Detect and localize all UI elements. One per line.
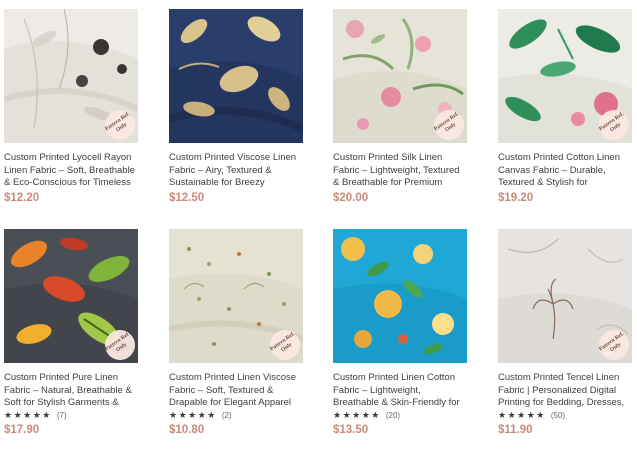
product-title[interactable]: Custom Printed Linen Cotton Fabric – Lig… (333, 372, 467, 409)
review-count: (20) (385, 411, 401, 420)
product-card[interactable]: Pattern Ref. Only Custom Printed Lyocell… (4, 9, 138, 204)
product-image[interactable]: Pattern Ref. Only (498, 9, 632, 143)
product-price: $12.20 (4, 192, 40, 204)
product-card[interactable]: Custom Printed Viscose Linen Fabric – Ai… (169, 9, 303, 204)
product-title[interactable]: Custom Printed Silk Linen Fabric – Light… (333, 152, 467, 189)
review-count: (7) (56, 411, 67, 420)
product-image[interactable] (333, 229, 467, 363)
product-card[interactable]: Pattern Ref. Only Custom Printed Pure Li… (4, 229, 138, 436)
product-image[interactable]: Pattern Ref. Only (4, 229, 138, 363)
product-title[interactable]: Custom Printed Linen Viscose Fabric – So… (169, 372, 303, 409)
product-price: $12.50 (169, 192, 205, 204)
product-image[interactable] (169, 9, 303, 143)
review-count: (2) (221, 411, 232, 420)
product-price: $19.20 (498, 192, 534, 204)
product-price: $11.90 (498, 424, 533, 436)
fabric-swatch-blue-floral (333, 229, 467, 363)
product-image[interactable]: Pattern Ref. Only (169, 229, 303, 363)
product-price: $20.00 (333, 192, 369, 204)
star-rating-icon: ★★★★★ (4, 410, 52, 420)
product-rating: ★★★★★ (50) (498, 410, 632, 421)
product-title[interactable]: Custom Printed Tencel Linen Fabric | Per… (498, 372, 632, 409)
star-rating-icon: ★★★★★ (169, 410, 217, 420)
product-title[interactable]: Custom Printed Viscose Linen Fabric – Ai… (169, 152, 303, 189)
product-card[interactable]: Custom Printed Linen Cotton Fabric – Lig… (333, 229, 467, 436)
product-title[interactable]: Custom Printed Lyocell Rayon Linen Fabri… (4, 152, 138, 189)
product-price: $10.80 (169, 424, 205, 436)
product-rating: ★★★★★ (20) (333, 410, 467, 421)
fabric-swatch-navy-gold-floral (169, 9, 303, 143)
product-card[interactable]: Pattern Ref. Only Custom Printed Linen V… (169, 229, 303, 436)
product-card[interactable]: Pattern Ref. Only Custom Printed Silk Li… (333, 9, 467, 204)
review-count: (50) (550, 411, 566, 420)
product-title[interactable]: Custom Printed Pure Linen Fabric – Natur… (4, 372, 138, 409)
product-grid: Pattern Ref. Only Custom Printed Lyocell… (0, 0, 637, 451)
star-rating-icon: ★★★★★ (333, 410, 381, 420)
product-image[interactable]: Pattern Ref. Only (333, 9, 467, 143)
product-image[interactable]: Pattern Ref. Only (4, 9, 138, 143)
product-rating: ★★★★★ (2) (169, 410, 303, 421)
product-image[interactable]: Pattern Ref. Only (498, 229, 632, 363)
star-rating-icon: ★★★★★ (498, 410, 546, 420)
product-rating: ★★★★★ (7) (4, 410, 138, 421)
product-card[interactable]: Pattern Ref. Only Custom Printed Cotton … (498, 9, 632, 204)
product-title[interactable]: Custom Printed Cotton Linen Canvas Fabri… (498, 152, 632, 189)
product-price: $13.50 (333, 424, 369, 436)
product-card[interactable]: Pattern Ref. Only Custom Printed Tencel … (498, 229, 632, 436)
product-price: $17.90 (4, 424, 40, 436)
